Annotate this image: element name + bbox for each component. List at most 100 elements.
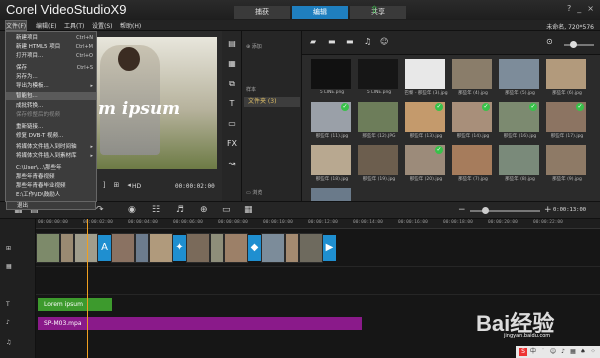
folder-icon[interactable]: ▰ — [310, 37, 319, 46]
library-thumbnail[interactable]: 那些年 (8).jpg — [496, 145, 539, 187]
emoji-icon[interactable]: ☺ — [549, 348, 557, 356]
keyboard-icon[interactable]: ▦ — [569, 348, 577, 356]
menu-help[interactable]: 帮助(H) — [120, 21, 141, 30]
menu-item-recent-4[interactable]: E:\工作\ID\鼓励人 — [6, 191, 96, 199]
smile-icon[interactable]: ☺ — [380, 37, 389, 46]
library-thumbnail[interactable]: 5 LINE.png — [308, 59, 351, 101]
library-thumbnail[interactable]: 那些年 (7).jpg — [449, 145, 492, 187]
zoom-in-icon[interactable]: + — [544, 205, 552, 215]
menu-item-smart-package[interactable]: 智能包... — [6, 92, 96, 100]
transition-marker[interactable]: ✦ — [173, 235, 186, 261]
video-clip[interactable] — [135, 233, 149, 263]
video-clip[interactable] — [210, 233, 224, 263]
tab-capture[interactable]: 捕获 — [234, 6, 290, 19]
redo-icon[interactable]: ↷ — [96, 205, 104, 215]
menu-item-repair-dvbt[interactable]: 修复 DVB-T 视频... — [6, 132, 96, 140]
video-clip[interactable] — [261, 233, 285, 263]
library-thumbnail[interactable]: 那些年 (5).jpg — [496, 59, 539, 101]
title-clip[interactable]: Lorem ipsum — [38, 298, 112, 311]
video-filter-icon[interactable]: ▬ — [328, 37, 337, 46]
library-thumbnail[interactable]: 那些年 (18).jpg — [308, 145, 351, 187]
timeline-zoom-slider[interactable] — [470, 207, 540, 214]
menu-item-exit[interactable]: 退出 — [6, 202, 96, 210]
menu-item-insert-timeline[interactable]: 将媒体文件插入到时间轴 ▸ — [6, 143, 96, 151]
video-clip[interactable] — [149, 233, 173, 263]
menu-settings[interactable]: 设置(S) — [92, 21, 113, 30]
title-track-icon[interactable]: T — [6, 301, 10, 308]
library-thumbnail[interactable]: ✓ 那些年 (13).jpg — [402, 102, 445, 144]
video-clip[interactable] — [74, 233, 98, 263]
menu-item-recent-3[interactable]: 那些年青春毕业视频 — [6, 182, 96, 190]
multicam-icon[interactable]: ▦ — [244, 205, 253, 215]
library-thumbnail[interactable]: 那些年 (6).jpg — [543, 59, 586, 101]
library-thumbnail[interactable]: ✓ 那些年 (11).jpg — [308, 102, 351, 144]
preview-screen[interactable]: m ipsum — [90, 37, 217, 169]
motion-path-icon[interactable]: ↝ — [226, 159, 238, 169]
menu-item-export-template[interactable]: 导出为模板... ▸ — [6, 82, 96, 90]
title-icon[interactable]: T — [226, 99, 238, 109]
menu-edit[interactable]: 编辑(E) — [36, 21, 56, 30]
tools-icon[interactable]: ⁘ — [589, 348, 597, 356]
subtitle-icon[interactable]: ▭ — [222, 205, 231, 215]
library-thumbnail[interactable]: ✓ 那些年 (14).jpg — [449, 102, 492, 144]
auto-music-icon[interactable]: ♬ — [176, 205, 184, 215]
zoom-icon[interactable]: ⊙ — [546, 37, 555, 46]
transition-marker[interactable]: ▶ — [323, 235, 336, 261]
menu-item-batch-convert[interactable]: 成批转换... — [6, 102, 96, 110]
library-thumbnail[interactable]: 那些年 (4).jpg — [449, 59, 492, 101]
skin-icon[interactable]: ♠ — [579, 348, 587, 356]
menu-item-save[interactable]: 保存 Ctrl+S — [6, 64, 96, 72]
transition-marker[interactable]: ◆ — [248, 235, 261, 261]
media-icon[interactable]: ▤ — [226, 39, 238, 49]
library-thumbnail[interactable]: 那些年 (9).jpg — [543, 145, 586, 187]
browse-button[interactable]: ▭ 浏览 — [246, 189, 262, 196]
library-thumbnail[interactable]: ✓ 那些年 (17).jpg — [543, 102, 586, 144]
mic-icon[interactable]: ♪ — [559, 348, 567, 356]
menu-item-new-project[interactable]: 新建项目 Ctrl+N — [6, 34, 96, 42]
record-icon[interactable]: ◉ — [128, 205, 136, 215]
tab-edit[interactable]: 编辑 — [292, 6, 348, 19]
volume-icon[interactable]: ◂ — [127, 181, 131, 189]
motion-tracking-icon[interactable]: ⊕ — [200, 205, 208, 215]
zoom-out-icon[interactable]: − — [458, 205, 466, 215]
close-icon[interactable]: × — [587, 4, 594, 13]
mark-out-icon[interactable]: ] — [103, 181, 106, 189]
chinese-input-icon[interactable]: 中 — [529, 348, 537, 356]
library-thumbnail[interactable]: ✓ 那些年 (20).jpg — [402, 145, 445, 187]
title-overlay-text[interactable]: m ipsum — [98, 99, 180, 119]
sogou-icon[interactable]: S — [519, 348, 527, 356]
instant-project-icon[interactable]: ▦ — [226, 59, 238, 69]
library-thumbnail[interactable]: 巴黎 - 那些年 (3).jpg — [402, 59, 448, 101]
menu-item-recent-1[interactable]: C:\User\...\那些年 — [6, 164, 96, 172]
video-clip[interactable] — [186, 233, 210, 263]
enlarge-icon[interactable]: ⊞ — [113, 181, 119, 189]
library-thumbnail[interactable]: 5 LINE.png — [355, 59, 398, 101]
help-icon[interactable]: ? — [567, 4, 571, 13]
player-timecode[interactable]: 00:00:02:00 — [175, 183, 215, 190]
overlay-track-icon[interactable]: ▦ — [6, 263, 12, 270]
voice-track-icon[interactable]: ♪ — [6, 319, 10, 326]
video-clip[interactable] — [36, 233, 60, 263]
video-clip[interactable] — [60, 233, 74, 263]
audio-filter-icon[interactable]: ♫ — [364, 37, 373, 46]
zoom-knob[interactable] — [482, 207, 489, 214]
punctuation-icon[interactable]: ˙ — [539, 348, 547, 356]
music-track-icon[interactable]: ♫ — [6, 339, 11, 346]
sound-mixer-icon[interactable]: ☷ — [152, 205, 160, 215]
timeline-ruler[interactable]: 00:00:00:00 00:00:02:00 00:00:04:00 00:00:0… — [36, 219, 600, 229]
menu-item-relink[interactable]: 重新链接... — [6, 123, 96, 131]
minimize-icon[interactable]: _ — [577, 4, 581, 13]
thumbnail-size-slider[interactable] — [564, 41, 594, 48]
graphics-icon[interactable]: ▭ — [226, 119, 238, 129]
library-thumbnail[interactable]: 那些年 (19).jpg — [355, 145, 398, 187]
menu-item-recent-2[interactable]: 那些年青春视频 — [6, 173, 96, 181]
library-thumbnail[interactable]: 那些年 (12).JPG — [355, 102, 398, 144]
video-clip[interactable] — [285, 233, 299, 263]
video-clip[interactable] — [111, 233, 135, 263]
transition-icon[interactable]: ⧉ — [226, 79, 238, 89]
photo-filter-icon[interactable]: ▬ — [346, 37, 355, 46]
slider-knob[interactable] — [570, 41, 577, 48]
menu-item-insert-library[interactable]: 将媒体文件插入到素材库 ▸ — [6, 152, 96, 160]
transition-marker[interactable]: A — [98, 235, 111, 261]
menu-item-save-as[interactable]: 另存为... — [6, 73, 96, 81]
